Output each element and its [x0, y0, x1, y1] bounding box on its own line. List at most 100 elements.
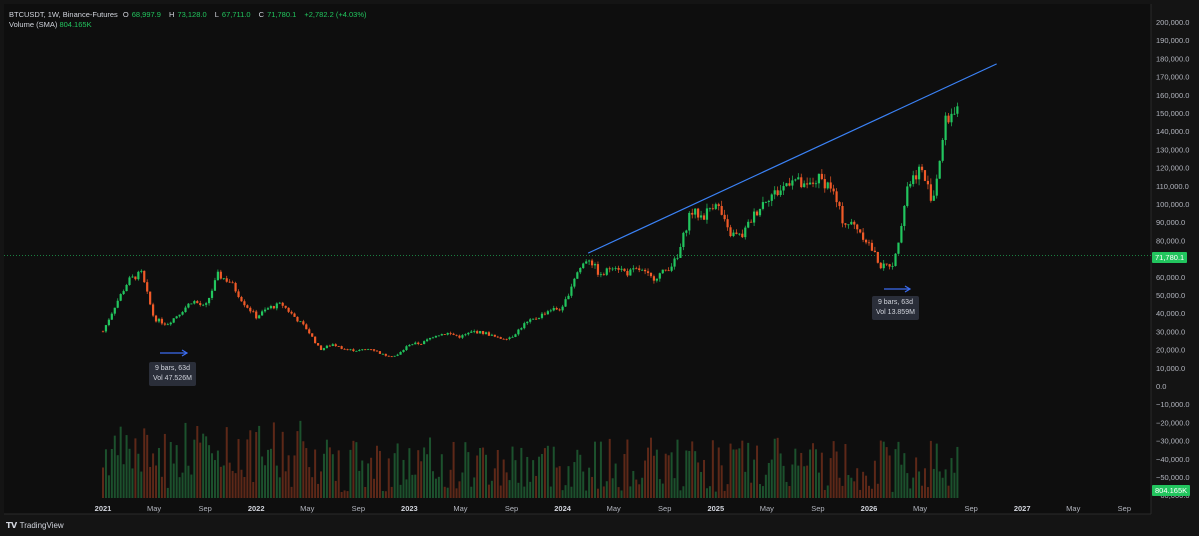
candle-body	[517, 329, 520, 335]
candle-body	[623, 268, 626, 272]
candle-body	[443, 334, 446, 335]
candle-body	[154, 315, 158, 322]
measure-2-volume: Vol 13.859M	[876, 309, 915, 316]
volume-bar	[113, 435, 116, 498]
volume-bar	[806, 465, 809, 498]
volume-bar	[514, 460, 517, 498]
candle-body	[820, 173, 823, 180]
volume-indicator-label[interactable]: Volume (SMA)	[9, 20, 57, 29]
volume-bar	[723, 490, 726, 498]
candle-body	[163, 323, 166, 325]
volume-bar	[237, 439, 240, 498]
candle-body	[947, 115, 950, 123]
volume-bar	[935, 443, 938, 498]
volume-bar	[921, 485, 924, 498]
change-value: +2,782.2 (+4.03%)	[304, 10, 367, 19]
volume-bar	[817, 472, 820, 498]
candle-body	[481, 331, 485, 334]
candle-body	[585, 261, 588, 264]
candle-body	[431, 337, 435, 339]
candle-body	[649, 272, 653, 277]
candle-body	[726, 219, 729, 228]
volume-bar	[266, 449, 269, 498]
volume-bar	[714, 491, 717, 498]
volume-bar	[493, 468, 496, 498]
price-chart[interactable]: 200,000.0 190,000.0 180,000.0 170,000.0 160,…	[0, 0, 1199, 536]
volume-bar	[820, 452, 823, 498]
symbol-label[interactable]: BTCUSDT, 1W, Binance-Futures	[9, 10, 118, 19]
candle-body	[862, 232, 865, 240]
volume-bar	[700, 471, 703, 498]
candle-body	[178, 314, 181, 317]
volume-bar	[617, 487, 620, 498]
volume-bar	[405, 479, 408, 498]
volume-bar	[708, 486, 711, 498]
volume-bar	[703, 459, 706, 498]
volume-bar	[750, 482, 753, 498]
candle-body	[479, 331, 482, 334]
candle-body	[137, 271, 140, 280]
tradingview-logo-icon[interactable]: 𝗧𝗩	[6, 521, 17, 530]
candle-body	[440, 334, 443, 336]
volume-bar	[373, 478, 376, 498]
candle-body	[732, 232, 735, 237]
candle-body	[505, 338, 508, 340]
volume-bar	[299, 420, 302, 498]
candle-body	[225, 278, 228, 282]
volume-bar	[505, 472, 508, 498]
candle-body	[935, 178, 938, 196]
candle-body	[122, 291, 125, 295]
candle-body	[900, 226, 903, 243]
time-tick-label: Sep	[811, 504, 824, 513]
volume-bar	[517, 482, 520, 498]
candle-body	[428, 337, 432, 340]
volume-bar	[411, 474, 414, 498]
candle-body	[420, 343, 423, 345]
volume-bar	[305, 448, 308, 498]
candle-body	[841, 205, 844, 224]
volume-bar	[812, 443, 815, 498]
price-tick-label: −20,000.0	[1156, 418, 1190, 427]
candle-body	[240, 296, 243, 302]
volume-bar	[199, 442, 202, 498]
volume-bar	[334, 480, 337, 498]
volume-bar	[455, 488, 458, 498]
candle-body	[897, 242, 900, 254]
volume-bar	[169, 441, 172, 498]
volume-bar	[588, 467, 591, 498]
volume-bar	[160, 476, 163, 498]
volume-bar	[219, 466, 222, 498]
close-label: C 71,780.1	[258, 10, 297, 19]
candle-body	[231, 282, 234, 284]
brand-label[interactable]: TradingView	[20, 521, 64, 530]
candle-body	[193, 301, 196, 304]
candle-body	[305, 324, 308, 330]
candle-body	[529, 319, 532, 322]
volume-bar	[800, 452, 803, 498]
candle-body	[343, 348, 346, 350]
candle-body	[455, 334, 458, 336]
candle-body	[835, 191, 838, 203]
volume-bar	[626, 439, 629, 498]
candle-body	[110, 313, 113, 320]
measure-1-bars: 9 bars, 63d	[154, 365, 190, 372]
candle-body	[473, 331, 476, 332]
price-tick-label: 10,000.0	[1156, 364, 1185, 373]
candle-body	[758, 208, 762, 216]
price-tick-label: 160,000.0	[1156, 91, 1189, 100]
volume-bar	[520, 447, 523, 498]
candle-body	[697, 208, 700, 218]
candle-body	[614, 267, 617, 269]
candle-body	[322, 348, 326, 350]
candle-body	[316, 343, 320, 346]
price-tick-label: 60,000.0	[1156, 273, 1185, 282]
volume-bar	[770, 459, 773, 498]
candle-body	[646, 271, 650, 273]
candle-body	[761, 202, 765, 209]
volume-bar	[859, 489, 862, 498]
candle-body	[263, 309, 267, 312]
candle-body	[938, 160, 941, 179]
volume-bar	[402, 459, 405, 498]
volume-bar	[826, 485, 829, 498]
candle-body	[169, 322, 172, 325]
